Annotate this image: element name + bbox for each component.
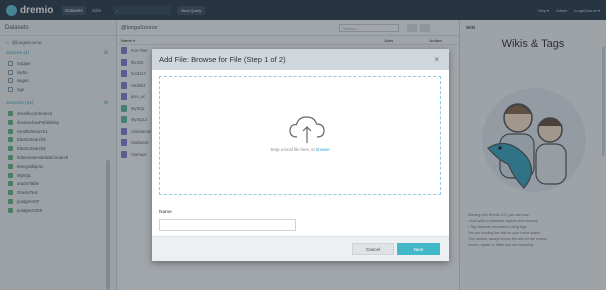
cancel-button[interactable]: Cancel bbox=[352, 243, 394, 255]
modal-footer: Cancel Next bbox=[152, 236, 449, 261]
browse-link[interactable]: browse bbox=[316, 147, 330, 152]
modal-title: Add File: Browse for File (Step 1 of 2) bbox=[159, 55, 286, 64]
name-field-label: Name bbox=[159, 210, 172, 215]
modal-header: Add File: Browse for File (Step 1 of 2) … bbox=[152, 49, 449, 70]
next-button[interactable]: Next bbox=[397, 243, 440, 255]
dropzone-text: Drop a local file here, or browse bbox=[160, 147, 440, 152]
close-icon[interactable]: × bbox=[434, 55, 439, 64]
cloud-upload-icon bbox=[289, 116, 325, 143]
drop-instructions: Drop a local file here, or bbox=[270, 147, 317, 152]
file-dropzone[interactable]: Drop a local file here, or browse bbox=[159, 76, 441, 195]
add-file-modal: Add File: Browse for File (Step 1 of 2) … bbox=[152, 49, 449, 261]
name-field[interactable] bbox=[159, 219, 296, 231]
